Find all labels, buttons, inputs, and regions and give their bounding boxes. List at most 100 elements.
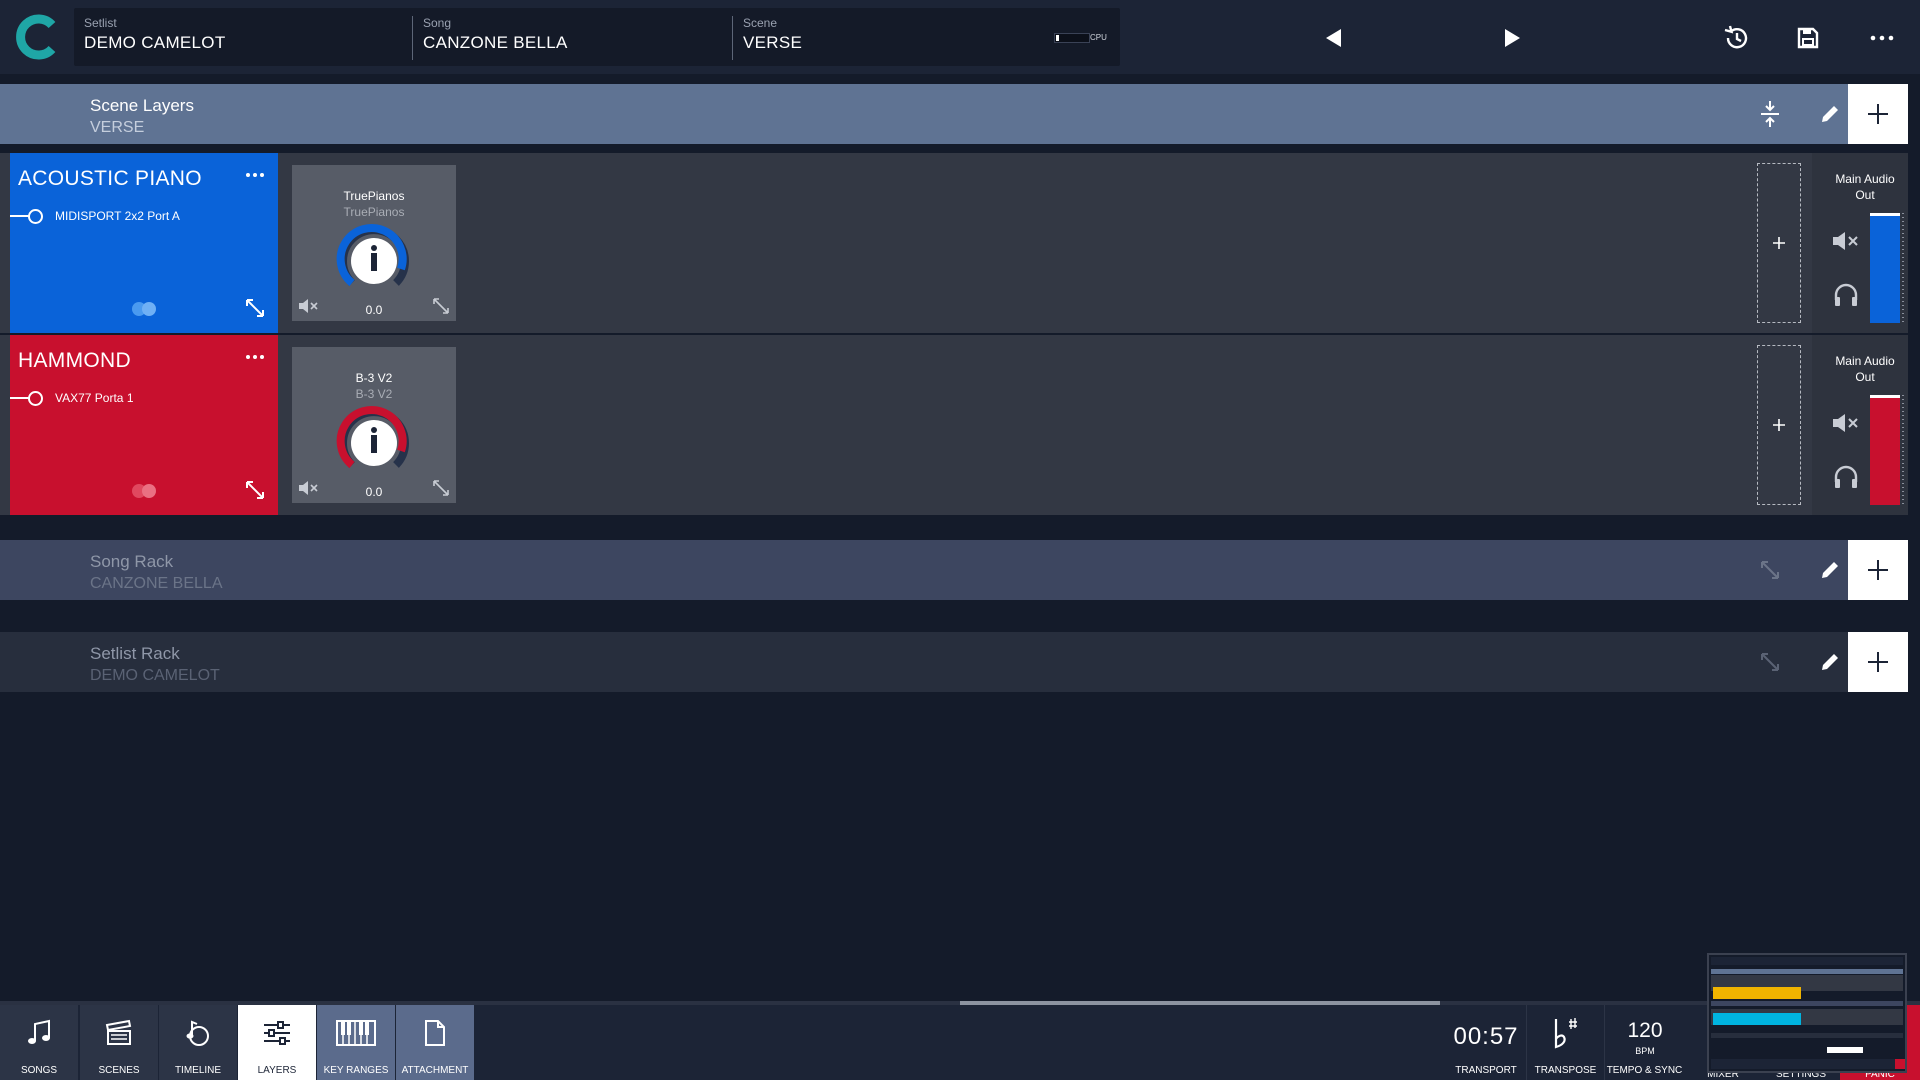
expand-icon — [433, 480, 449, 496]
screen-preview-thumbnail[interactable] — [1707, 953, 1907, 1073]
layer-card-hammond[interactable]: HAMMOND VAX77 Porta 1 — [10, 335, 278, 515]
song-value: CANZONE BELLA — [423, 33, 568, 52]
transport-button[interactable]: 00:57 TRANSPORT — [1446, 1005, 1526, 1080]
edit-button[interactable] — [1810, 642, 1850, 682]
output-mute-button[interactable] — [1830, 227, 1862, 255]
edit-icon — [1822, 654, 1838, 670]
previous-button[interactable] — [1314, 18, 1354, 58]
nav-timeline[interactable]: TIMELINE — [159, 1005, 237, 1080]
expand-button[interactable] — [1750, 642, 1790, 682]
monitor-button[interactable] — [1832, 281, 1860, 309]
nav-layers[interactable]: LAYERS — [238, 1005, 316, 1080]
midi-input-label: MIDISPORT 2x2 Port A — [55, 209, 180, 223]
expand-icon — [246, 481, 264, 499]
nav-layers-label: LAYERS — [257, 1065, 297, 1076]
scene-layers-subtitle: VERSE — [90, 119, 145, 136]
plugin-expand-button[interactable] — [430, 477, 452, 499]
top-bar: Setlist DEMO CAMELOT Song CANZONE BELLA … — [0, 0, 1920, 74]
volume-knob[interactable] — [334, 221, 414, 301]
plugin-expand-button[interactable] — [430, 295, 452, 317]
next-icon — [1505, 29, 1520, 47]
setlist-rack-header[interactable]: Setlist Rack DEMO CAMELOT — [0, 632, 1908, 692]
nav-scenes[interactable]: SCENES — [80, 1005, 158, 1080]
song-rack-subtitle: CANZONE BELLA — [90, 575, 223, 592]
plugin-name: B-3 V2 — [355, 371, 393, 385]
setlist-display[interactable]: Setlist DEMO CAMELOT — [74, 16, 404, 60]
transport-time: 00:57 — [1453, 1023, 1519, 1050]
scene-layers-header[interactable]: Scene Layers VERSE — [0, 84, 1908, 144]
scene-display[interactable]: Scene VERSE — [732, 16, 1032, 60]
status-bar[interactable]: Setlist DEMO CAMELOT Song CANZONE BELLA … — [74, 8, 1120, 66]
nav-scenes-label: SCENES — [98, 1065, 140, 1076]
more-icon — [1870, 35, 1894, 41]
music-note-icon — [28, 1019, 50, 1044]
expand-icon — [1761, 653, 1779, 671]
nav-key-ranges[interactable]: KEY RANGES — [317, 1005, 395, 1080]
add-plugin-slot[interactable] — [1757, 345, 1801, 505]
tempo-sync-button[interactable]: 120 BPM TEMPO & SYNC — [1604, 1005, 1684, 1080]
camelot-logo-icon[interactable] — [16, 12, 60, 62]
scene-layers-title: Scene Layers — [90, 96, 194, 115]
setlist-label: Setlist — [84, 16, 117, 30]
midi-port-icon — [28, 391, 43, 406]
history-button[interactable] — [1716, 18, 1756, 58]
nav-key-ranges-label: KEY RANGES — [323, 1065, 389, 1076]
output-mute-button[interactable] — [1830, 409, 1862, 437]
preview-image — [1709, 955, 1905, 1071]
midi-input[interactable]: MIDISPORT 2x2 Port A — [10, 207, 260, 225]
sliders-icon — [264, 1021, 290, 1045]
layer-options-button[interactable] — [240, 343, 270, 371]
output-label: Main Audio Out — [1835, 172, 1895, 202]
setlist-rack-subtitle: DEMO CAMELOT — [90, 667, 220, 684]
expand-button[interactable] — [242, 295, 268, 321]
expand-button[interactable] — [1750, 550, 1790, 590]
collapse-button[interactable] — [1750, 94, 1790, 134]
add-plugin-slot[interactable] — [1757, 163, 1801, 323]
layer-options-button[interactable] — [240, 161, 270, 189]
save-button[interactable] — [1788, 18, 1828, 58]
volume-knob[interactable] — [334, 403, 414, 483]
document-icon — [425, 1020, 445, 1046]
midi-input[interactable]: VAX77 Porta 1 — [10, 389, 260, 407]
layer-toggle-icon[interactable] — [130, 482, 158, 500]
mute-icon — [1833, 232, 1858, 250]
layer-card-acoustic-piano[interactable]: ACOUSTIC PIANO MIDISPORT 2x2 Port A — [10, 153, 278, 333]
expand-button[interactable] — [242, 477, 268, 503]
midi-input-label: VAX77 Porta 1 — [55, 391, 134, 405]
monitor-button[interactable] — [1832, 463, 1860, 491]
add-icon — [1868, 104, 1888, 124]
headphones-icon — [1834, 283, 1858, 306]
more-menu-button[interactable] — [1862, 18, 1902, 58]
next-button[interactable] — [1492, 18, 1532, 58]
layer-row[interactable]: ACOUSTIC PIANO MIDISPORT 2x2 Port A True… — [0, 153, 1908, 333]
edit-button[interactable] — [1810, 94, 1850, 134]
edit-icon — [1822, 106, 1838, 122]
nav-attachment[interactable]: ATTACHMENT — [396, 1005, 474, 1080]
more-icon — [246, 355, 264, 359]
layer-row[interactable]: HAMMOND VAX77 Porta 1 B-3 V2 B-3 V2 0.0 … — [0, 335, 1908, 515]
add-icon — [1868, 560, 1888, 580]
tempo-label: TEMPO & SYNC — [1606, 1065, 1683, 1076]
add-setlist-rack-button[interactable] — [1848, 632, 1908, 692]
app-window: Setlist DEMO CAMELOT Song CANZONE BELLA … — [0, 0, 1920, 1080]
plugin-slot[interactable]: TruePianos TruePianos 0.0 — [292, 165, 456, 321]
nav-songs[interactable]: SONGS — [0, 1005, 78, 1080]
timeline-icon — [186, 1020, 209, 1046]
bottom-nav: SONGS SCENES TIMELINE LAYERS KEY RANGES … — [0, 1005, 1920, 1080]
layer-toggle-icon[interactable] — [130, 300, 158, 318]
clapperboard-icon — [105, 1019, 132, 1045]
audio-output[interactable]: Main Audio Out — [1812, 335, 1908, 515]
add-icon — [1773, 419, 1785, 431]
add-song-rack-button[interactable] — [1848, 540, 1908, 600]
add-icon — [1773, 237, 1785, 249]
song-display[interactable]: Song CANZONE BELLA — [412, 16, 732, 60]
audio-output[interactable]: Main Audio Out — [1812, 153, 1908, 333]
add-layer-button[interactable] — [1848, 84, 1908, 144]
transpose-label: TRANSPOSE — [1534, 1065, 1597, 1076]
layer-name: HAMMOND — [18, 349, 131, 372]
transpose-button[interactable]: TRANSPOSE — [1526, 1005, 1604, 1080]
plugin-slot[interactable]: B-3 V2 B-3 V2 0.0 — [292, 347, 456, 503]
nav-timeline-label: TIMELINE — [174, 1065, 222, 1076]
edit-button[interactable] — [1810, 550, 1850, 590]
song-rack-header[interactable]: Song Rack CANZONE BELLA — [0, 540, 1908, 600]
